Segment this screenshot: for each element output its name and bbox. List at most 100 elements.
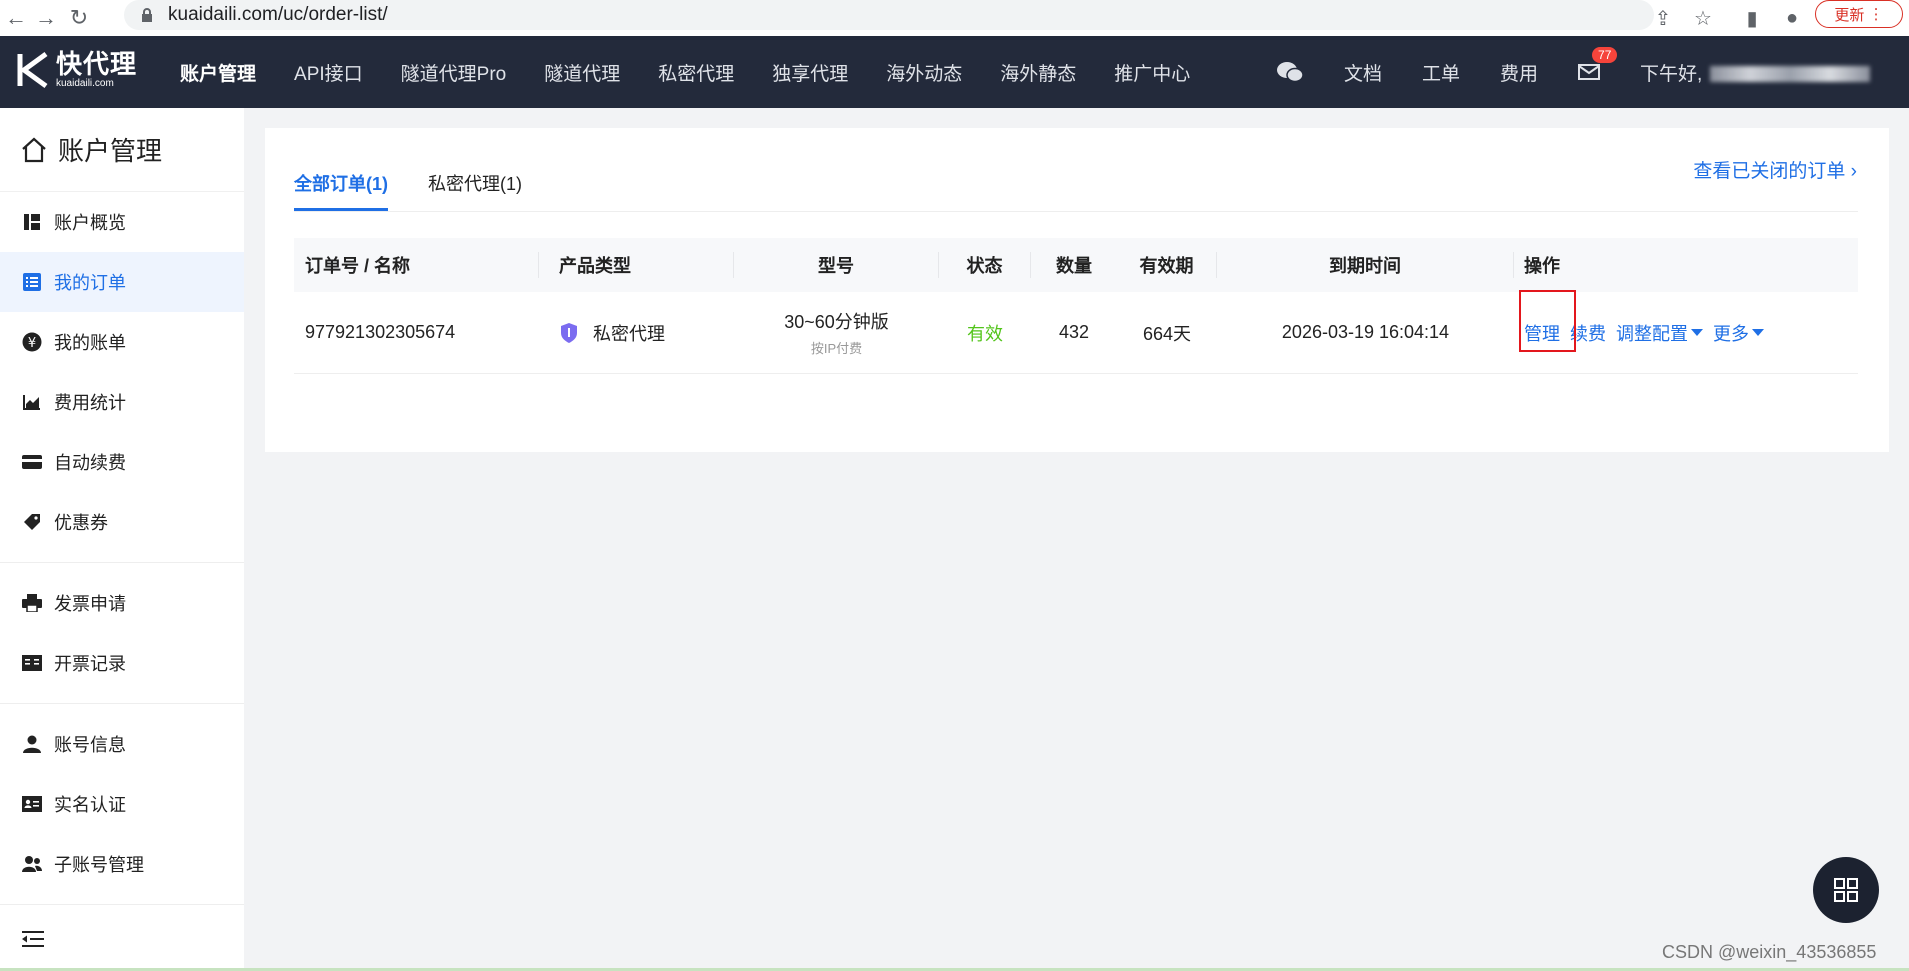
grid-icon: [1834, 878, 1858, 902]
menu-overseas-dynamic[interactable]: 海外动态: [886, 59, 962, 86]
sidepanel-icon[interactable]: ▮: [1738, 4, 1766, 32]
col-actions: 操作: [1524, 256, 1560, 276]
update-button[interactable]: 更新 ⋮: [1815, 0, 1903, 28]
logo-title: 快代理: [56, 49, 138, 79]
address-bar[interactable]: kuaidaili.com/uc/order-list/: [124, 0, 1654, 30]
area-chart-icon: [22, 392, 42, 412]
sidebar-item-auto-renew[interactable]: 自动续费: [0, 432, 244, 492]
id-card-icon: [22, 794, 42, 814]
product-name: 私密代理: [593, 323, 665, 344]
sidebar-item-account-info[interactable]: 账号信息: [0, 714, 244, 774]
col-validity: 有效期: [1117, 252, 1217, 278]
menu-tunnel[interactable]: 隧道代理: [544, 59, 620, 86]
col-expire: 到期时间: [1217, 252, 1514, 278]
menu-private[interactable]: 私密代理: [658, 59, 734, 86]
sidebar-item-verification[interactable]: 实名认证: [0, 774, 244, 834]
chevron-right-icon: ›: [1850, 161, 1857, 182]
status-badge: 有效: [967, 323, 1003, 344]
mail-icon[interactable]: 77: [1578, 47, 1618, 81]
card-icon: [22, 452, 42, 472]
watermark: CSDN @weixin_43536855: [1662, 942, 1877, 962]
sidebar-item-orders[interactable]: 我的订单: [0, 252, 244, 312]
more-dropdown[interactable]: 更多: [1713, 320, 1764, 346]
sidebar-item-sub-accounts[interactable]: 子账号管理: [0, 834, 244, 894]
expire-time: 2026-03-19 16:04:14: [1281, 322, 1450, 342]
sidebar-label: 我的账单: [54, 333, 126, 353]
menu-api[interactable]: API接口: [294, 59, 363, 86]
menu-tunnel-pro[interactable]: 隧道代理Pro: [401, 59, 507, 86]
reload-icon[interactable]: ↻: [65, 4, 93, 32]
menu-account[interactable]: 账户管理: [180, 59, 256, 86]
adjust-config-dropdown[interactable]: 调整配置: [1616, 320, 1703, 346]
sidebar-label: 账户概览: [54, 213, 126, 233]
tab-private-proxy[interactable]: 私密代理(1): [428, 164, 522, 211]
update-label: 更新: [1834, 6, 1865, 24]
collapse-menu-icon[interactable]: [22, 929, 44, 949]
printer-icon: [22, 593, 42, 613]
table-row: 977921302305674 私密代理 30~60分钟版 按IP付费 有效 4…: [294, 289, 1858, 374]
sidebar-item-invoice-records[interactable]: 开票记录: [0, 633, 244, 693]
right-nav: 文档 工单 费用 77 下午好,: [1276, 36, 1871, 108]
menu-dedicated[interactable]: 独享代理: [772, 59, 848, 86]
sidebar-item-bills[interactable]: ¥ 我的账单: [0, 312, 244, 372]
share-icon[interactable]: ⇪: [1649, 4, 1677, 32]
sidebar-item-coupons[interactable]: 优惠券: [0, 492, 244, 552]
table-header: 订单号 / 名称 产品类型 型号 状态 数量 有效期 到期时间 操作: [294, 238, 1858, 292]
menu-overseas-static[interactable]: 海外静态: [1000, 59, 1076, 86]
logo-subtitle: kuaidaili.com: [56, 78, 114, 89]
yen-icon: ¥: [22, 332, 42, 352]
billing-type: 按IP付费: [810, 341, 863, 356]
adjust-config-label: 调整配置: [1616, 323, 1688, 344]
sidebar-title: 账户管理: [0, 108, 244, 192]
main-menu: 账户管理 API接口 隧道代理Pro 隧道代理 私密代理 独享代理 海外动态 海…: [180, 36, 1228, 108]
actions-cell: 管理 续费 调整配置 更多: [1514, 289, 1858, 352]
sidebar-label: 费用统计: [54, 393, 126, 413]
sidebar-item-fee-stats[interactable]: 费用统计: [0, 372, 244, 432]
renew-link[interactable]: 续费: [1570, 320, 1606, 346]
order-list-card: 全部订单(1) 私密代理(1) 查看已关闭的订单 › 订单号 / 名称 产品类型…: [265, 128, 1889, 452]
sidebar-item-invoice-apply[interactable]: 发票申请: [0, 573, 244, 633]
more-label: 更多: [1713, 323, 1749, 344]
caret-down-icon: [1752, 329, 1764, 336]
home-icon: [22, 137, 46, 162]
menu-promotion[interactable]: 推广中心: [1114, 59, 1190, 86]
sidebar-label: 子账号管理: [54, 855, 144, 875]
forward-icon[interactable]: →: [32, 4, 60, 32]
sidebar-label: 自动续费: [54, 453, 126, 473]
nav-tickets[interactable]: 工单: [1422, 59, 1460, 86]
top-navbar: 快代理 kuaidaili.com 账户管理 API接口 隧道代理Pro 隧道代…: [0, 36, 1909, 108]
star-icon[interactable]: ☆: [1689, 4, 1717, 32]
mail-badge: 77: [1592, 47, 1618, 63]
nav-fees[interactable]: 费用: [1500, 59, 1538, 86]
sidebar-label: 账号信息: [54, 735, 126, 755]
tab-all-orders[interactable]: 全部订单(1): [294, 164, 388, 211]
svg-text:¥: ¥: [28, 336, 36, 351]
caret-down-icon: [1691, 329, 1703, 336]
nav-docs[interactable]: 文档: [1344, 59, 1382, 86]
sidebar-divider: [0, 904, 244, 905]
shield-icon: [561, 322, 577, 343]
user-icon: [22, 734, 42, 754]
profile-icon[interactable]: ●: [1778, 4, 1806, 32]
model-cell: 30~60分钟版 按IP付费: [734, 308, 939, 357]
username-blurred: [1710, 66, 1871, 83]
product-type-cell: 私密代理: [539, 320, 734, 346]
col-model: 型号: [734, 252, 939, 278]
order-number: 977921302305674: [305, 322, 456, 342]
back-icon[interactable]: ←: [2, 4, 30, 32]
floating-menu-button[interactable]: [1813, 857, 1879, 923]
logo[interactable]: 快代理 kuaidaili.com: [16, 50, 137, 90]
col-order-no: 订单号 / 名称: [294, 252, 539, 278]
logo-k-icon: [17, 51, 48, 89]
wechat-icon[interactable]: [1276, 61, 1304, 83]
sidebar-divider: [0, 562, 244, 563]
greeting[interactable]: 下午好,: [1640, 59, 1871, 86]
manage-link[interactable]: 管理: [1524, 320, 1560, 346]
closed-orders-text: 查看已关闭的订单: [1693, 161, 1846, 182]
sidebar-title-text: 账户管理: [58, 136, 163, 166]
col-status: 状态: [939, 252, 1031, 278]
closed-orders-link[interactable]: 查看已关闭的订单 ›: [1693, 156, 1857, 183]
sidebar-divider: [0, 703, 244, 704]
sidebar-item-overview[interactable]: 账户概览: [0, 192, 244, 252]
sidebar: 账户管理 账户概览 我的订单 ¥ 我的账单 费用统计 自动续费 优惠券 发票申请…: [0, 108, 244, 971]
